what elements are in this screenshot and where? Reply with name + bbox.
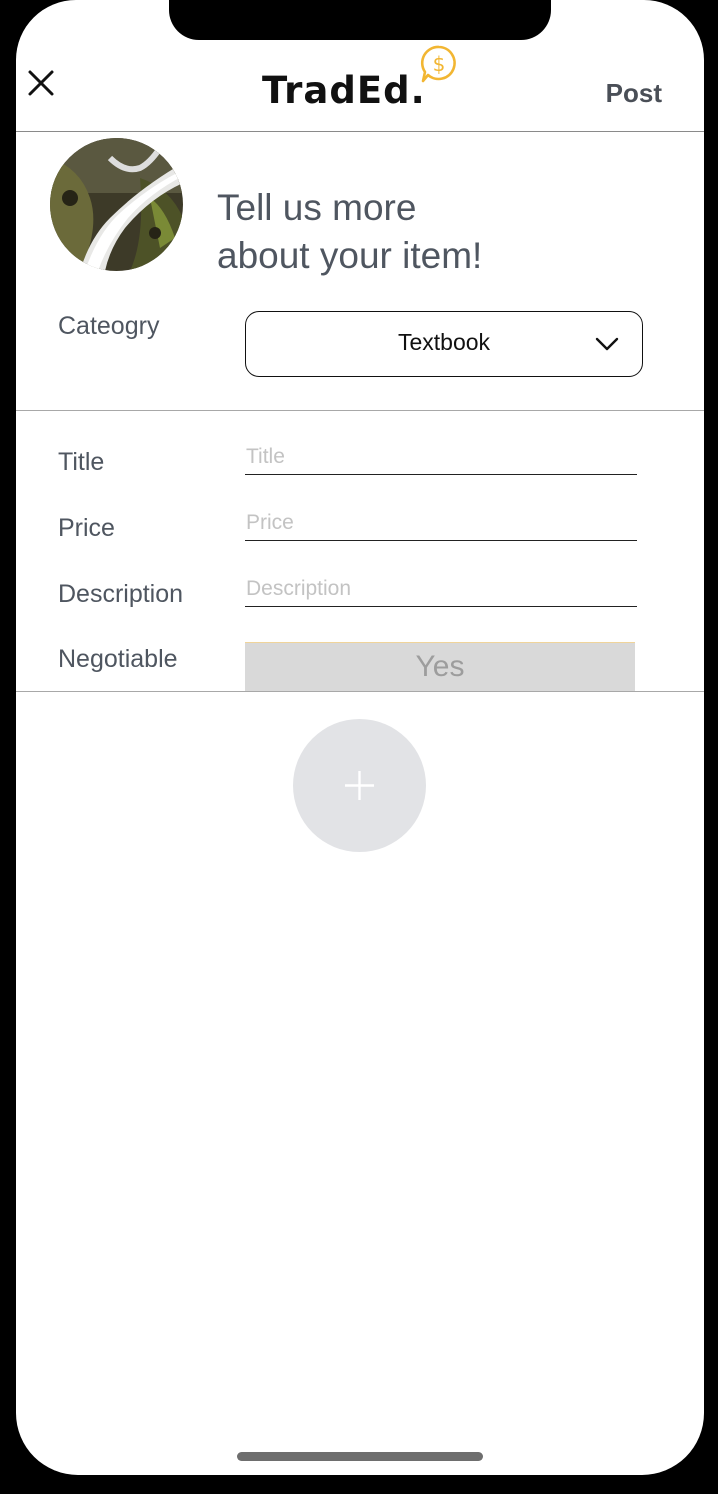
negotiable-label: Negotiable bbox=[58, 645, 178, 673]
intro-heading: Tell us more about your item! bbox=[217, 184, 482, 280]
item-photo bbox=[50, 138, 183, 271]
chevron-down-icon bbox=[595, 337, 619, 351]
description-label: Description bbox=[58, 580, 184, 608]
title-input[interactable] bbox=[245, 442, 637, 475]
price-input[interactable] bbox=[245, 508, 637, 541]
title-label: Title bbox=[58, 448, 105, 476]
category-selected-value: Textbook bbox=[397, 329, 491, 355]
form-divider bbox=[16, 691, 704, 692]
negotiable-toggle[interactable]: Yes bbox=[245, 642, 635, 692]
app-header: TradEd. $ Post bbox=[16, 40, 704, 132]
phone-screen: TradEd. $ Post Tell us more about your i… bbox=[16, 0, 704, 1475]
dollar-speech-bubble-icon: $ bbox=[420, 45, 456, 83]
category-label: Cateogry bbox=[58, 312, 160, 340]
category-dropdown[interactable]: Textbook bbox=[245, 311, 643, 377]
add-photo-button[interactable] bbox=[293, 719, 426, 852]
logo-text: TradEd. bbox=[262, 69, 426, 112]
intro-heading-line1: Tell us more bbox=[217, 187, 417, 228]
intro-heading-line2: about your item! bbox=[217, 235, 483, 276]
section-divider bbox=[16, 410, 704, 411]
price-label: Price bbox=[58, 514, 115, 542]
description-input[interactable] bbox=[245, 574, 637, 607]
post-button[interactable]: Post bbox=[606, 78, 662, 109]
app-logo: TradEd. $ bbox=[262, 45, 456, 118]
plus-icon bbox=[345, 771, 374, 800]
close-icon bbox=[28, 70, 54, 96]
close-button[interactable] bbox=[26, 68, 56, 98]
svg-text:$: $ bbox=[433, 52, 446, 76]
home-indicator[interactable] bbox=[237, 1452, 483, 1461]
